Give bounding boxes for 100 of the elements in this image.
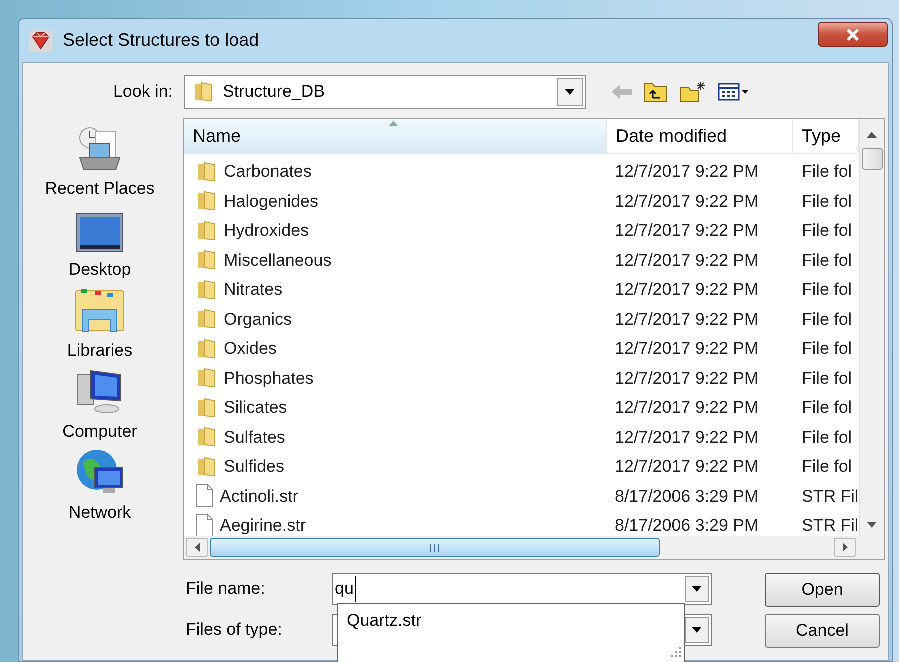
table-cell-text: 12/7/2017 9:22 PM	[614, 250, 760, 272]
caret-icon	[692, 586, 702, 592]
scroll-right-button[interactable]	[834, 538, 856, 557]
dropdown-arrow-button[interactable]	[557, 78, 583, 106]
file-name-cell[interactable]: Actinoli.str	[220, 484, 298, 509]
table-cell-text: STR Fil	[801, 515, 859, 536]
file-name-cell[interactable]: Carbonates	[224, 159, 312, 184]
column-header[interactable]: Type	[793, 119, 859, 154]
folder-icon	[196, 249, 218, 272]
table-cell-text: File fol	[801, 190, 854, 212]
file-name-cell[interactable]: Aegirine.str	[220, 513, 306, 536]
table-cell-text: 12/7/2017 9:22 PM	[614, 220, 760, 242]
right-arrow-icon	[842, 543, 848, 552]
folder-icon	[196, 190, 218, 212]
column-header[interactable]: Name	[184, 119, 607, 154]
close-button[interactable]	[818, 22, 888, 47]
table-cell-text: File fol	[801, 456, 854, 478]
table-cell-text: File fol	[801, 161, 854, 183]
grip-icon	[430, 544, 440, 552]
scrollbar-thumb[interactable]	[210, 538, 660, 557]
table-cell-text: 12/7/2017 9:22 PM	[614, 308, 760, 330]
sidebar-item[interactable]: Libraries	[67, 338, 133, 364]
table-cell-text: 12/7/2017 9:22 PM	[614, 190, 760, 212]
file-name-cell[interactable]: Oxides	[224, 336, 277, 362]
new-folder-icon[interactable]	[680, 81, 706, 103]
table-cell-text: 12/7/2017 9:22 PM	[614, 279, 760, 301]
table-cell-text: 8/17/2006 3:29 PM	[614, 486, 760, 508]
view-menu-icon[interactable]	[718, 82, 750, 102]
cancel-button[interactable]: Cancel	[765, 614, 880, 648]
document-icon	[196, 514, 214, 536]
look-in-dropdown[interactable]: Structure_DB	[184, 75, 586, 109]
folder-icon	[196, 426, 218, 448]
table-cell-text: STR Fil	[801, 486, 859, 508]
file-name-cell[interactable]: Sulfides	[224, 454, 284, 480]
folder-icon	[196, 338, 218, 360]
file-name-cell[interactable]: Organics	[224, 306, 292, 332]
table-cell-text: File fol	[801, 220, 854, 242]
suggestion-item[interactable]: Quartz.str	[338, 604, 684, 634]
table-cell-text: 12/7/2017 9:22 PM	[614, 456, 760, 478]
folder-icon	[196, 367, 218, 390]
column-header[interactable]: Date modified	[607, 119, 793, 154]
desktop-icon	[76, 213, 124, 253]
close-icon	[846, 28, 860, 40]
files-of-type-label: Files of type:	[185, 619, 284, 642]
sidebar-item[interactable]: Network	[68, 500, 132, 526]
table-cell-text: 8/17/2006 3:29 PM	[614, 515, 760, 536]
folder-icon	[196, 396, 218, 419]
horizontal-scrollbar[interactable]	[184, 536, 884, 559]
dropdown-arrow-button[interactable]	[685, 617, 709, 643]
table-cell-text: 12/7/2017 9:22 PM	[614, 338, 760, 360]
table-cell-text: File fol	[801, 308, 854, 330]
file-name-cell[interactable]: Miscellaneous	[224, 248, 332, 273]
sidebar-item[interactable]: Desktop	[68, 257, 132, 282]
scroll-left-button[interactable]	[186, 538, 208, 557]
window-title: Select Structures to load	[63, 29, 260, 52]
folder-icon	[196, 220, 218, 242]
file-name-cell[interactable]: Nitrates	[224, 277, 283, 302]
left-arrow-icon	[194, 543, 200, 552]
scrollbar-thumb[interactable]	[862, 148, 882, 170]
table-cell-text: File fol	[801, 279, 854, 301]
table-cell-text: File fol	[801, 397, 854, 419]
table-cell-text: 12/7/2017 9:22 PM	[614, 397, 760, 419]
caret-icon	[565, 89, 575, 95]
look-in-value: Structure_DB	[223, 81, 326, 104]
folder-icon	[196, 456, 218, 478]
open-button[interactable]: Open	[765, 573, 880, 607]
look-in-label: Look in:	[112, 81, 173, 104]
table-cell-text: File fol	[801, 426, 854, 448]
folder-icon	[196, 160, 218, 183]
file-name-cell[interactable]: Hydroxides	[224, 218, 310, 244]
scroll-up-arrow-icon	[867, 132, 877, 138]
folder-icon	[193, 81, 215, 103]
file-name-cell[interactable]: Phosphates	[224, 366, 314, 391]
gem-icon	[29, 30, 53, 52]
sidebar-item[interactable]: Computer	[62, 419, 138, 444]
vertical-scrollbar[interactable]	[859, 119, 884, 536]
file-name-cell[interactable]: Silicates	[224, 395, 288, 420]
caret-icon	[692, 627, 702, 633]
file-name-cell[interactable]: Sulfates	[224, 424, 286, 450]
sidebar-item[interactable]: Recent Places	[45, 176, 155, 202]
table-cell-text: 12/7/2017 9:22 PM	[614, 368, 760, 390]
file-name-field[interactable]: qu	[332, 573, 712, 605]
document-icon	[196, 484, 214, 508]
table-cell-text: 12/7/2017 9:22 PM	[614, 161, 760, 183]
folder-icon	[196, 308, 218, 330]
network-icon	[74, 448, 125, 496]
resize-grip-icon[interactable]	[670, 646, 682, 658]
libraries-icon	[74, 288, 125, 334]
table-cell-text: File fol	[801, 250, 854, 272]
file-name-cell[interactable]: Halogenides	[224, 188, 319, 214]
table-cell-text: File fol	[801, 368, 854, 390]
scroll-down-arrow-icon	[867, 522, 877, 528]
dropdown-arrow-button[interactable]	[685, 576, 709, 602]
sort-arrow-icon	[389, 121, 398, 126]
table-cell-text: File fol	[801, 338, 854, 360]
table-cell-text: 12/7/2017 9:22 PM	[614, 426, 760, 448]
file-name-label: File name:	[185, 578, 266, 600]
folder-icon	[196, 278, 218, 301]
folder-up-icon[interactable]	[644, 81, 668, 103]
file-name-value: qu	[335, 576, 356, 602]
